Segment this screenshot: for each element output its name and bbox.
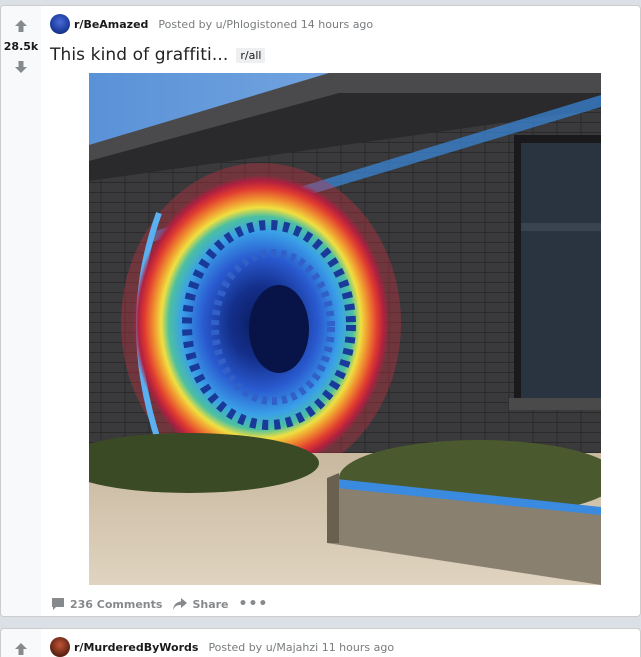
downvote-arrow-icon[interactable] <box>13 59 29 75</box>
subreddit-avatar[interactable] <box>50 637 70 657</box>
post-meta: r/MurderedByWords Posted by u/Majahzi 11… <box>50 637 394 657</box>
post-title[interactable]: This kind of graffiti... <box>50 45 228 65</box>
post-image[interactable] <box>89 73 601 585</box>
share-arrow-icon <box>173 598 188 610</box>
post-meta: r/BeAmazed Posted by u/Phlogistoned 14 h… <box>50 14 373 34</box>
vote-score: 28.5k <box>3 40 39 53</box>
posted-by-text: Posted by u/Phlogistoned 14 hours ago <box>158 17 374 31</box>
comment-bubble-icon <box>52 598 64 610</box>
post-card[interactable]: 28.5k r/BeAmazed Posted by u/Phlogistone… <box>0 5 641 617</box>
subreddit-link[interactable]: r/BeAmazed <box>74 18 148 31</box>
comments-button[interactable]: 236 Comments <box>50 596 162 612</box>
upvote-arrow-icon[interactable] <box>13 18 29 34</box>
post-flair[interactable]: r/all <box>236 47 266 63</box>
share-label: Share <box>192 597 229 611</box>
share-button[interactable]: Share <box>172 596 229 612</box>
post-actions: 236 Comments Share ••• <box>50 594 278 614</box>
more-dots-icon[interactable]: ••• <box>239 596 269 612</box>
posted-by-text: Posted by u/Majahzi 11 hours ago <box>208 640 395 654</box>
vote-rail <box>1 629 41 657</box>
graffiti-image <box>89 73 601 585</box>
subreddit-link[interactable]: r/MurderedByWords <box>74 641 198 654</box>
vote-rail: 28.5k <box>1 6 41 616</box>
upvote-arrow-icon[interactable] <box>13 641 29 657</box>
subreddit-avatar[interactable] <box>50 14 70 34</box>
comments-count: 236 Comments <box>70 597 163 611</box>
post-card[interactable]: r/MurderedByWords Posted by u/Majahzi 11… <box>0 628 641 657</box>
post-title-row: This kind of graffiti... r/all <box>50 43 266 67</box>
